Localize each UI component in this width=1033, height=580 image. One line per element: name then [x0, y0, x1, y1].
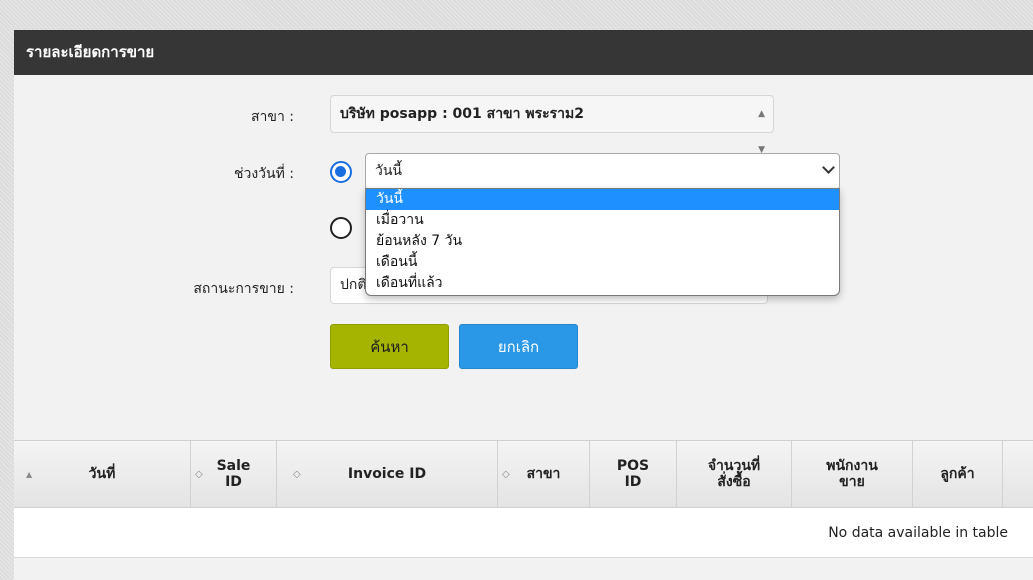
sales-detail-panel: รายละเอียดการขาย สาขา : บริษัท posapp : … [14, 30, 1033, 580]
column-date[interactable]: ▲ วันที่ [14, 441, 191, 507]
sale-status-value: ปกติ [340, 277, 367, 293]
sale-status-label: สถานะการขาย : [193, 281, 294, 297]
date-preset-dropdown[interactable]: วันนี้ เมื่อวาน ย้อนหลัง 7 วัน เดือนนี้ … [365, 188, 840, 296]
table-header: ▲ วันที่ ◇ Sale ID ◇ Invoice ID ◇ สาขา P… [14, 440, 1033, 508]
empty-table-message: No data available in table [828, 525, 1008, 541]
panel-title: รายละเอียดการขาย [14, 30, 1033, 75]
column-order-qty[interactable]: จำนวนที่สั่งซื้อ [677, 441, 792, 507]
date-preset-value: วันนี้ [375, 163, 403, 179]
chevron-down-icon [822, 161, 835, 174]
date-option-today[interactable]: วันนี้ [366, 189, 839, 210]
date-option-last-7-days[interactable]: ย้อนหลัง 7 วัน [366, 231, 839, 252]
sort-icon: ◇ [293, 469, 301, 480]
branch-select[interactable]: บริษัท posapp : 001 สาขา พระราม2 ▲ ▼ [330, 95, 774, 155]
date-preset-select[interactable]: วันนี้ [365, 153, 840, 190]
table-row: No data available in table [14, 508, 1033, 558]
cancel-button[interactable]: ยกเลิก [459, 324, 578, 369]
date-preset-radio[interactable] [330, 161, 352, 183]
sort-asc-icon: ▲ [26, 470, 33, 479]
branch-label: สาขา : [250, 109, 294, 125]
date-option-this-month[interactable]: เดือนนี้ [366, 252, 839, 273]
sort-icon: ◇ [502, 469, 510, 480]
sort-icon: ◇ [195, 469, 203, 480]
date-option-last-month[interactable]: เดือนที่แล้ว [366, 273, 839, 294]
column-sale-id[interactable]: ◇ Sale ID [191, 441, 277, 507]
column-customer[interactable]: ลูกค้า [913, 441, 1003, 507]
column-salesperson[interactable]: พนักงานขาย [792, 441, 913, 507]
date-option-yesterday[interactable]: เมื่อวาน [366, 210, 839, 231]
column-pos-id[interactable]: POS ID [590, 441, 677, 507]
column-branch[interactable]: ◇ สาขา [498, 441, 590, 507]
column-invoice-id[interactable]: ◇ Invoice ID [277, 441, 498, 507]
branch-select-value: บริษัท posapp : 001 สาขา พระราม2 [340, 106, 584, 122]
date-range-label: ช่วงวันที่ : [233, 166, 294, 182]
search-button[interactable]: ค้นหา [330, 324, 449, 369]
date-custom-radio[interactable] [330, 217, 352, 239]
